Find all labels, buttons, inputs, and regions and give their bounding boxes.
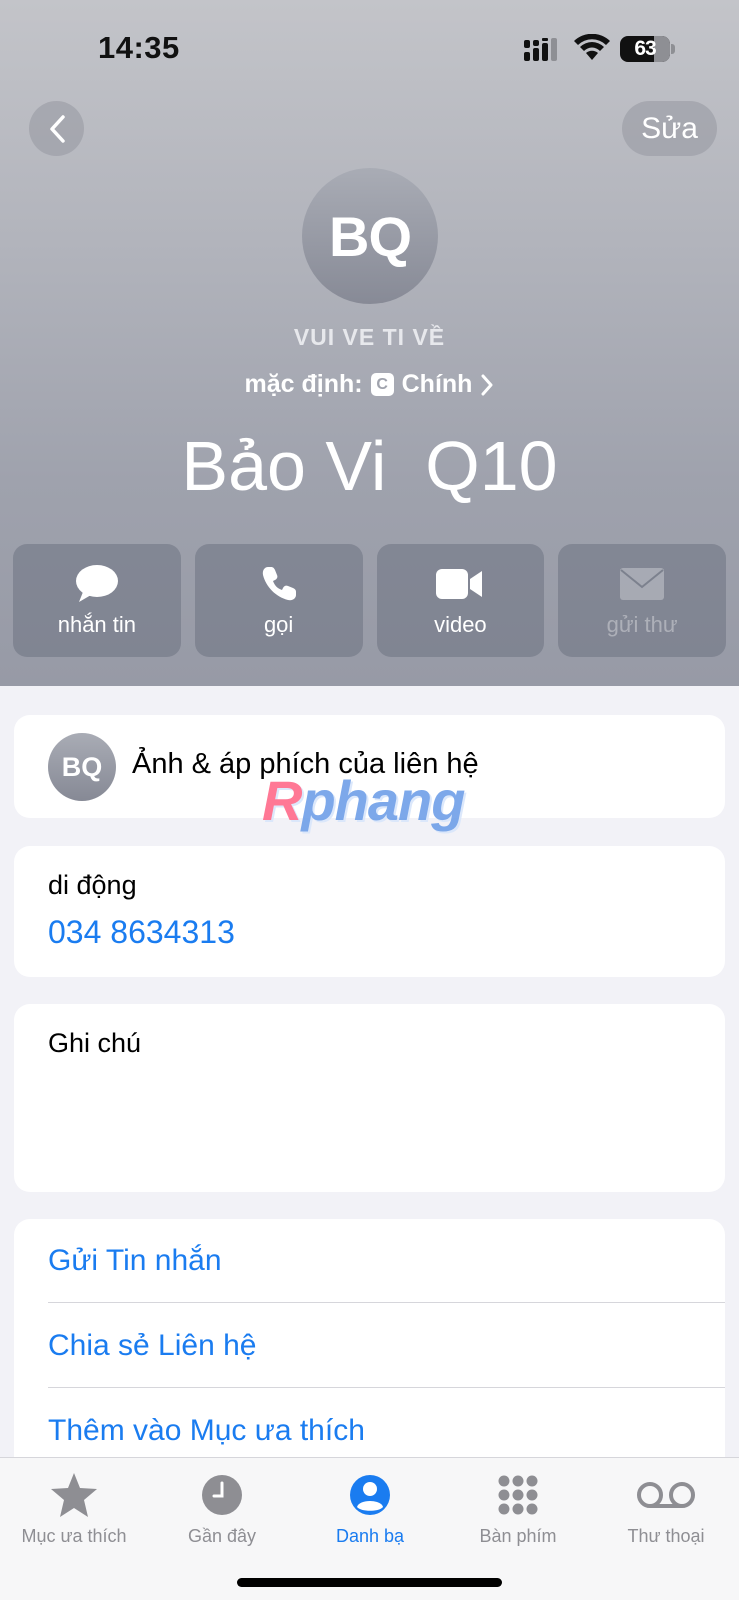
message-action-label: nhắn tin	[57, 612, 137, 637]
share-contact-link[interactable]: Chia sẻ Liên hệ	[48, 1304, 725, 1388]
tab-contacts[interactable]: Danh bạ	[296, 1468, 444, 1547]
company-name: VUI VE TI VỀ	[293, 324, 446, 350]
default-line-value: Chính	[401, 370, 473, 398]
tab-voicemail[interactable]: Thư thoại	[592, 1468, 739, 1547]
tab-contacts-label: Danh bạ	[335, 1526, 405, 1546]
status-time: 14:35	[98, 30, 180, 65]
tab-recents-label: Gần đây	[187, 1526, 257, 1546]
tab-recents[interactable]: Gần đây	[148, 1468, 296, 1547]
keypad-icon	[498, 1475, 538, 1515]
mail-icon	[620, 568, 665, 600]
mail-action-button[interactable]: gửi thư	[558, 544, 726, 657]
phone-number-link[interactable]: 034 8634313	[48, 914, 235, 951]
battery-level: 63	[634, 37, 656, 60]
watermark-prefix: R	[262, 769, 302, 832]
contact-header: 14:35 63 Sửa BQ VUI VE TI VỀ mặc định: C…	[0, 0, 739, 686]
contact-avatar[interactable]: BQ	[302, 168, 438, 304]
contact-name: Bảo Vi Q10	[181, 427, 558, 505]
watermark-logo: Rphang	[262, 768, 465, 833]
phone-icon	[262, 567, 296, 601]
back-button[interactable]	[29, 101, 84, 156]
video-camera-icon	[436, 569, 483, 599]
video-action-label: video	[434, 612, 487, 637]
call-action-label: gọi	[263, 612, 294, 637]
battery-cap	[671, 44, 675, 54]
watermark-text: phang	[301, 769, 465, 832]
cellular-signal-icon	[524, 38, 557, 61]
send-message-link[interactable]: Gửi Tin nhắn	[48, 1219, 725, 1303]
mail-action-label: gửi thư	[606, 612, 678, 637]
phone-card: di động 034 8634313	[14, 846, 725, 977]
notes-card[interactable]: Ghi chú	[14, 1004, 725, 1192]
edit-button[interactable]: Sửa	[622, 101, 717, 156]
tab-favorites[interactable]: Mục ưa thích	[0, 1468, 148, 1547]
poster-avatar: BQ	[48, 733, 116, 801]
tab-keypad-label: Bàn phím	[479, 1526, 557, 1546]
message-bubble-icon	[75, 565, 118, 602]
voicemail-icon	[637, 1482, 695, 1508]
chevron-right-icon	[481, 374, 493, 395]
chevron-left-icon	[49, 114, 65, 143]
star-icon	[51, 1473, 97, 1517]
video-action-button[interactable]: video	[376, 544, 545, 657]
quick-actions: nhắn tin gọi video gửi thư	[13, 544, 726, 657]
person-circle-icon	[350, 1475, 390, 1515]
tab-voicemail-label: Thư thoại	[627, 1526, 705, 1546]
notes-label: Ghi chú	[48, 1028, 142, 1058]
actions-list: Gửi Tin nhắn Chia sẻ Liên hệ Thêm vào Mụ…	[14, 1219, 725, 1459]
default-line-prefix: mặc định:	[244, 370, 363, 398]
tab-favorites-label: Mục ưa thích	[21, 1526, 127, 1546]
tab-keypad[interactable]: Bàn phím	[444, 1468, 592, 1547]
battery-icon: 63	[620, 36, 670, 62]
call-action-button[interactable]: gọi	[194, 544, 363, 657]
default-line-selector[interactable]: mặc định: C Chính	[0, 370, 739, 399]
phone-label: di động	[48, 870, 137, 900]
clock-icon	[202, 1475, 242, 1515]
home-indicator[interactable]	[237, 1578, 502, 1587]
wifi-icon	[574, 34, 610, 60]
sim-badge: C	[370, 373, 394, 396]
message-action-button[interactable]: nhắn tin	[13, 544, 181, 657]
